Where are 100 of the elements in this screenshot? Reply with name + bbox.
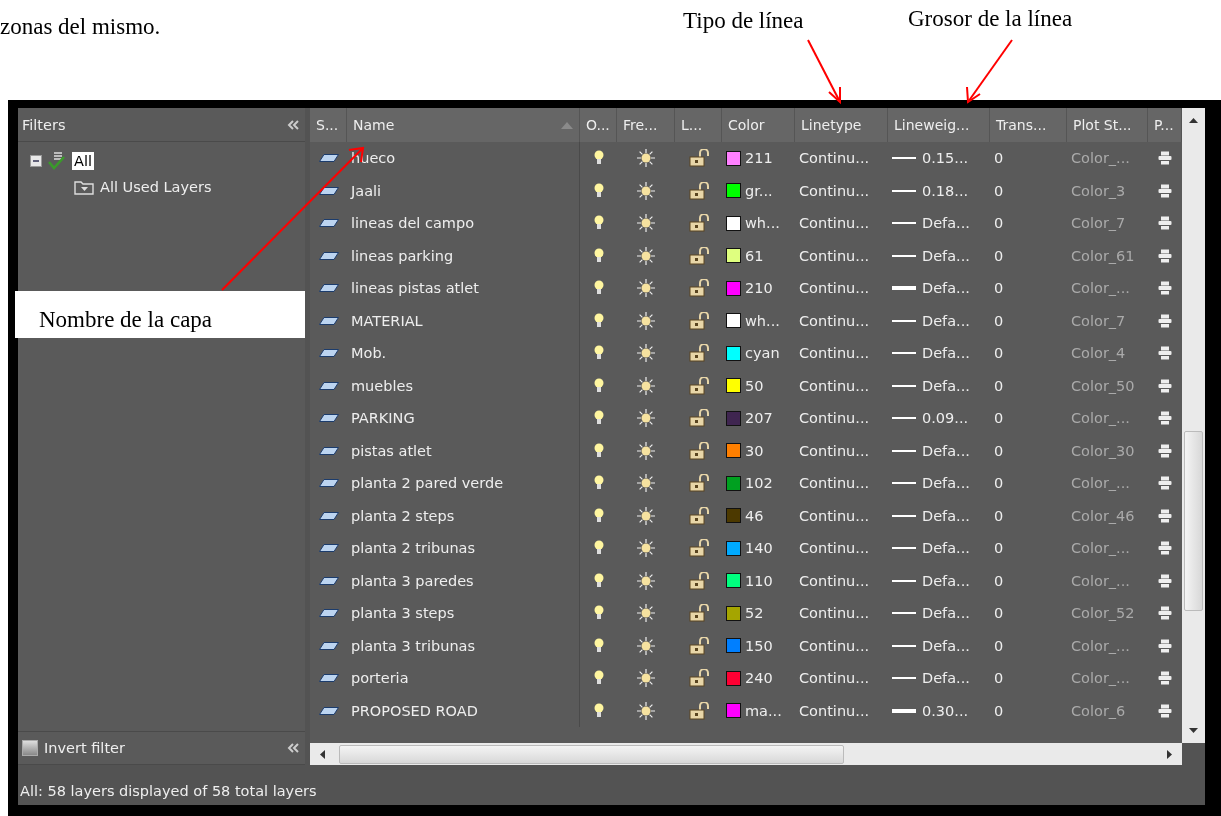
color-swatch[interactable] [726,443,741,459]
light-bulb-icon[interactable] [593,442,604,459]
vertical-scrollbar[interactable] [1182,108,1205,743]
printer-icon[interactable] [1158,443,1172,458]
printer-icon[interactable] [1158,281,1172,296]
printer-icon[interactable] [1158,573,1172,588]
sun-icon[interactable] [636,408,656,429]
light-bulb-icon[interactable] [593,605,604,622]
padlock-icon[interactable] [687,571,710,590]
printer-icon[interactable] [1158,248,1172,263]
padlock-icon[interactable] [687,409,710,428]
color-swatch[interactable] [726,605,741,621]
printer-icon[interactable] [1158,541,1172,556]
padlock-icon[interactable] [687,669,710,688]
padlock-icon[interactable] [687,539,710,558]
collapse-icon[interactable] [287,119,299,130]
printer-icon[interactable] [1158,313,1172,328]
printer-icon[interactable] [1158,346,1172,361]
color-swatch[interactable] [726,475,741,491]
padlock-icon[interactable] [687,701,710,720]
printer-icon[interactable] [1158,606,1172,621]
printer-icon[interactable] [1158,411,1172,426]
sun-icon[interactable] [636,310,656,331]
sun-icon[interactable] [636,213,656,234]
collapse-icon[interactable] [287,743,299,753]
padlock-icon[interactable] [687,246,710,265]
column-header[interactable]: S... [310,108,347,142]
padlock-icon[interactable] [687,214,710,233]
padlock-icon[interactable] [687,441,710,460]
light-bulb-icon[interactable] [593,507,604,524]
color-swatch[interactable] [726,280,741,296]
printer-icon[interactable] [1158,638,1172,653]
light-bulb-icon[interactable] [593,182,604,199]
padlock-icon[interactable] [687,376,710,395]
padlock-icon[interactable] [687,344,710,363]
scroll-thumb[interactable] [1184,431,1203,611]
padlock-icon[interactable] [687,474,710,493]
collapse-toggle-icon[interactable] [30,155,42,167]
sun-icon[interactable] [636,473,656,494]
light-bulb-icon[interactable] [593,475,604,492]
sun-icon[interactable] [636,343,656,364]
sun-icon[interactable] [636,570,656,591]
color-swatch[interactable] [726,150,741,166]
color-swatch[interactable] [726,703,741,719]
color-swatch[interactable] [726,345,741,361]
printer-icon[interactable] [1158,378,1172,393]
light-bulb-icon[interactable] [593,572,604,589]
sun-icon[interactable] [636,505,656,526]
sun-icon[interactable] [636,700,656,721]
tree-item[interactable]: All [72,152,94,170]
padlock-icon[interactable] [687,181,710,200]
light-bulb-icon[interactable] [593,637,604,654]
column-header[interactable]: Lineweig... [888,108,990,142]
color-swatch[interactable] [726,540,741,556]
sun-icon[interactable] [636,180,656,201]
column-header[interactable]: Linetype [795,108,888,142]
padlock-icon[interactable] [687,636,710,655]
sun-icon[interactable] [636,668,656,689]
tree-item[interactable]: All Used Layers [98,178,214,196]
sun-icon[interactable] [636,440,656,461]
horizontal-scrollbar[interactable] [310,743,1182,765]
padlock-icon[interactable] [687,149,710,168]
printer-icon[interactable] [1158,183,1172,198]
printer-icon[interactable] [1158,476,1172,491]
column-header[interactable]: O... [580,108,617,142]
sun-icon[interactable] [636,148,656,169]
light-bulb-icon[interactable] [593,345,604,362]
color-swatch[interactable] [726,573,741,589]
sun-icon[interactable] [636,278,656,299]
color-swatch[interactable] [726,378,741,394]
printer-icon[interactable] [1158,216,1172,231]
scroll-down-icon[interactable] [1189,728,1198,733]
padlock-icon[interactable] [687,311,710,330]
sun-icon[interactable] [636,635,656,656]
color-swatch[interactable] [726,410,741,426]
scroll-thumb[interactable] [339,744,844,764]
color-swatch[interactable] [726,313,741,329]
printer-icon[interactable] [1158,508,1172,523]
scroll-right-icon[interactable] [1167,749,1172,759]
color-swatch[interactable] [726,183,741,199]
sun-icon[interactable] [636,245,656,266]
padlock-icon[interactable] [687,604,710,623]
light-bulb-icon[interactable] [593,670,604,687]
color-swatch[interactable] [726,508,741,524]
checkbox[interactable] [22,740,38,756]
padlock-icon[interactable] [687,506,710,525]
printer-icon[interactable] [1158,151,1172,166]
light-bulb-icon[interactable] [593,247,604,264]
printer-icon[interactable] [1158,703,1172,718]
column-header[interactable]: L... [675,108,722,142]
sun-icon[interactable] [636,603,656,624]
light-bulb-icon[interactable] [593,312,604,329]
column-header[interactable]: Plot St... [1067,108,1148,142]
light-bulb-icon[interactable] [593,215,604,232]
light-bulb-icon[interactable] [593,410,604,427]
light-bulb-icon[interactable] [593,702,604,719]
light-bulb-icon[interactable] [593,540,604,557]
scroll-left-icon[interactable] [320,749,325,759]
sun-icon[interactable] [636,375,656,396]
color-swatch[interactable] [726,248,741,264]
